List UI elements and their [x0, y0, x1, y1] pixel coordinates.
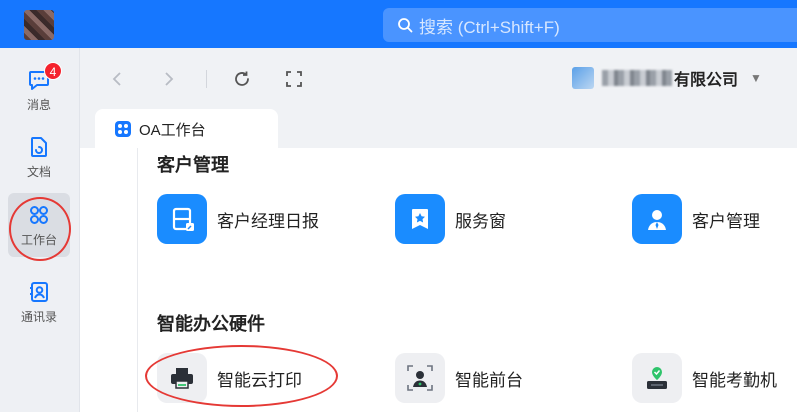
tab-oa-workbench[interactable]: OA工作台 [95, 109, 278, 149]
caret-down-icon: ▼ [750, 71, 762, 85]
sidebar-item-label: 文档 [26, 164, 51, 179]
app-label: 客户管理 [692, 211, 760, 231]
refresh-button[interactable] [231, 68, 253, 90]
app-smart-attendance-machine[interactable]: 智能考勤机 [632, 353, 777, 403]
section-title: 客户管理 [157, 155, 229, 175]
app-customer-daily-report[interactable]: 客户经理日报 [157, 194, 319, 244]
app-customer-management[interactable]: 客户管理 [632, 194, 760, 244]
sidebar-item-contacts[interactable]: 通讯录 [8, 270, 70, 334]
back-button[interactable] [106, 68, 128, 90]
fullscreen-button[interactable] [283, 68, 305, 90]
sidebar-item-label: 消息 [26, 97, 51, 112]
app-label: 智能考勤机 [692, 370, 777, 390]
content-divider [137, 148, 138, 412]
sidebar-item-messages[interactable]: 消息 4 [8, 58, 70, 122]
sidebar-item-label: 通讯录 [20, 309, 57, 324]
sidebar-item-workbench[interactable]: 工作台 [8, 193, 70, 257]
top-bar: 搜索 (Ctrl+Shift+F) [0, 0, 797, 48]
attendance-machine-icon [632, 353, 682, 403]
company-logo [572, 67, 594, 89]
section-title: 智能办公硬件 [157, 314, 265, 334]
fullscreen-icon [286, 71, 302, 87]
customer-icon [632, 194, 682, 244]
document-icon [31, 136, 47, 157]
daily-report-icon [157, 194, 207, 244]
app-smart-cloud-print[interactable]: 智能云打印 [157, 353, 302, 403]
company-name-redacted [602, 70, 672, 86]
tab-label: OA工作台 [139, 121, 206, 139]
app-label: 智能云打印 [217, 370, 302, 390]
chevron-right-icon [165, 72, 174, 86]
sidebar-item-documents[interactable]: 文档 [8, 125, 70, 189]
app-label: 服务窗 [455, 211, 506, 231]
chevron-left-icon [112, 72, 121, 86]
toolbar: 有限公司 ▼ [80, 48, 797, 110]
workbench-tab-icon [115, 121, 131, 137]
refresh-icon [235, 71, 249, 86]
app-label: 客户经理日报 [217, 211, 319, 231]
avatar[interactable] [24, 10, 54, 40]
service-window-icon [395, 194, 445, 244]
search-icon [398, 18, 413, 33]
contacts-icon [30, 281, 48, 302]
app-label: 智能前台 [455, 370, 523, 390]
forward-button[interactable] [158, 68, 180, 90]
sidebar-item-label: 工作台 [20, 232, 57, 247]
toolbar-divider [206, 70, 207, 88]
company-name: 有限公司 [674, 72, 739, 89]
search-placeholder: 搜索 (Ctrl+Shift+F) [419, 17, 560, 37]
search-input[interactable]: 搜索 (Ctrl+Shift+F) [383, 8, 797, 42]
company-switcher[interactable]: 有限公司 ▼ [572, 66, 762, 90]
unread-badge: 4 [44, 62, 62, 80]
reception-icon [395, 353, 445, 403]
workbench-icon [30, 205, 48, 224]
app-service-window[interactable]: 服务窗 [395, 194, 506, 244]
app-smart-reception[interactable]: 智能前台 [395, 353, 523, 403]
printer-icon [157, 353, 207, 403]
